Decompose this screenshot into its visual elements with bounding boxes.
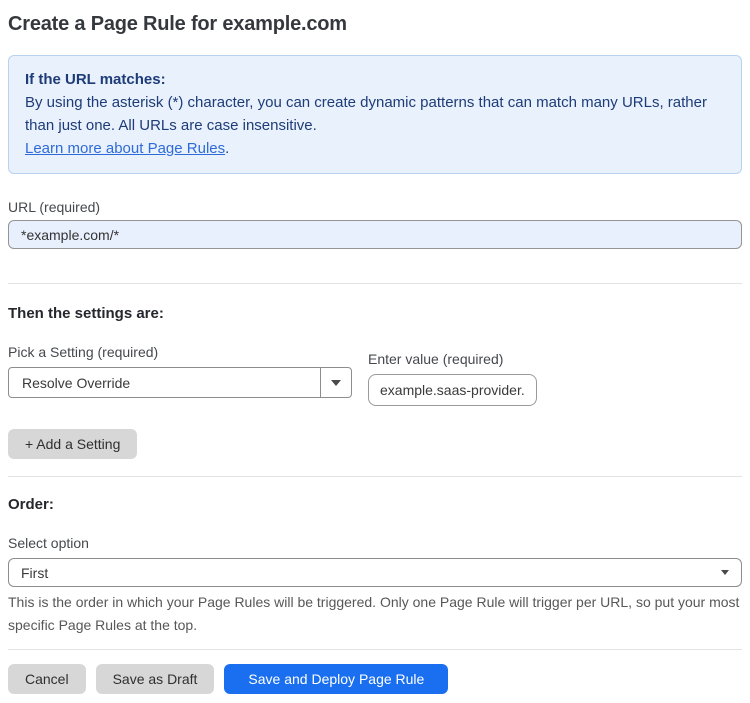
pick-setting-label: Pick a Setting (required) (8, 344, 159, 360)
order-section-heading: Order: (8, 496, 54, 513)
order-select[interactable]: First (8, 558, 742, 587)
section-divider (8, 476, 742, 477)
info-box-link-line: Learn more about Page Rules. (25, 137, 725, 160)
chevron-down-icon (331, 379, 341, 386)
page-rules-learn-more-link[interactable]: Learn more about Page Rules (25, 140, 225, 157)
footer-actions: Cancel Save as Draft Save and Deploy Pag… (8, 664, 742, 694)
save-deploy-button[interactable]: Save and Deploy Page Rule (224, 664, 449, 694)
url-match-info-box: If the URL matches: By using the asteris… (8, 55, 742, 174)
enter-value-label: Enter value (required) (368, 351, 504, 367)
setting-select[interactable]: Resolve Override (8, 367, 352, 398)
save-draft-button[interactable]: Save as Draft (95, 664, 215, 694)
chevron-down-icon (721, 570, 729, 575)
link-suffix: . (225, 140, 230, 157)
value-column: Enter value (required) (368, 344, 537, 406)
cancel-button[interactable]: Cancel (8, 664, 86, 694)
footer-divider (8, 649, 742, 650)
setting-select-arrow-button[interactable] (320, 368, 351, 397)
settings-section-heading: Then the settings are: (8, 305, 164, 322)
setting-row: Pick a Setting (required) Resolve Overri… (8, 344, 742, 406)
info-box-heading: If the URL matches: (25, 71, 166, 88)
url-input[interactable] (8, 220, 742, 249)
order-select-label: Select option (8, 535, 89, 551)
info-box-body: By using the asterisk (*) character, you… (25, 94, 707, 134)
create-page-rule-panel: Create a Page Rule for example.com If th… (0, 12, 750, 694)
setting-value-input[interactable] (368, 374, 537, 406)
page-title: Create a Page Rule for example.com (8, 13, 347, 35)
section-divider (8, 283, 742, 284)
add-setting-button[interactable]: + Add a Setting (8, 429, 138, 459)
order-select-value: First (21, 564, 49, 581)
setting-select-value: Resolve Override (22, 374, 131, 391)
order-help-text: This is the order in which your Page Rul… (8, 594, 740, 633)
url-field-label: URL (required) (8, 199, 101, 215)
setting-column: Pick a Setting (required) Resolve Overri… (8, 344, 352, 406)
